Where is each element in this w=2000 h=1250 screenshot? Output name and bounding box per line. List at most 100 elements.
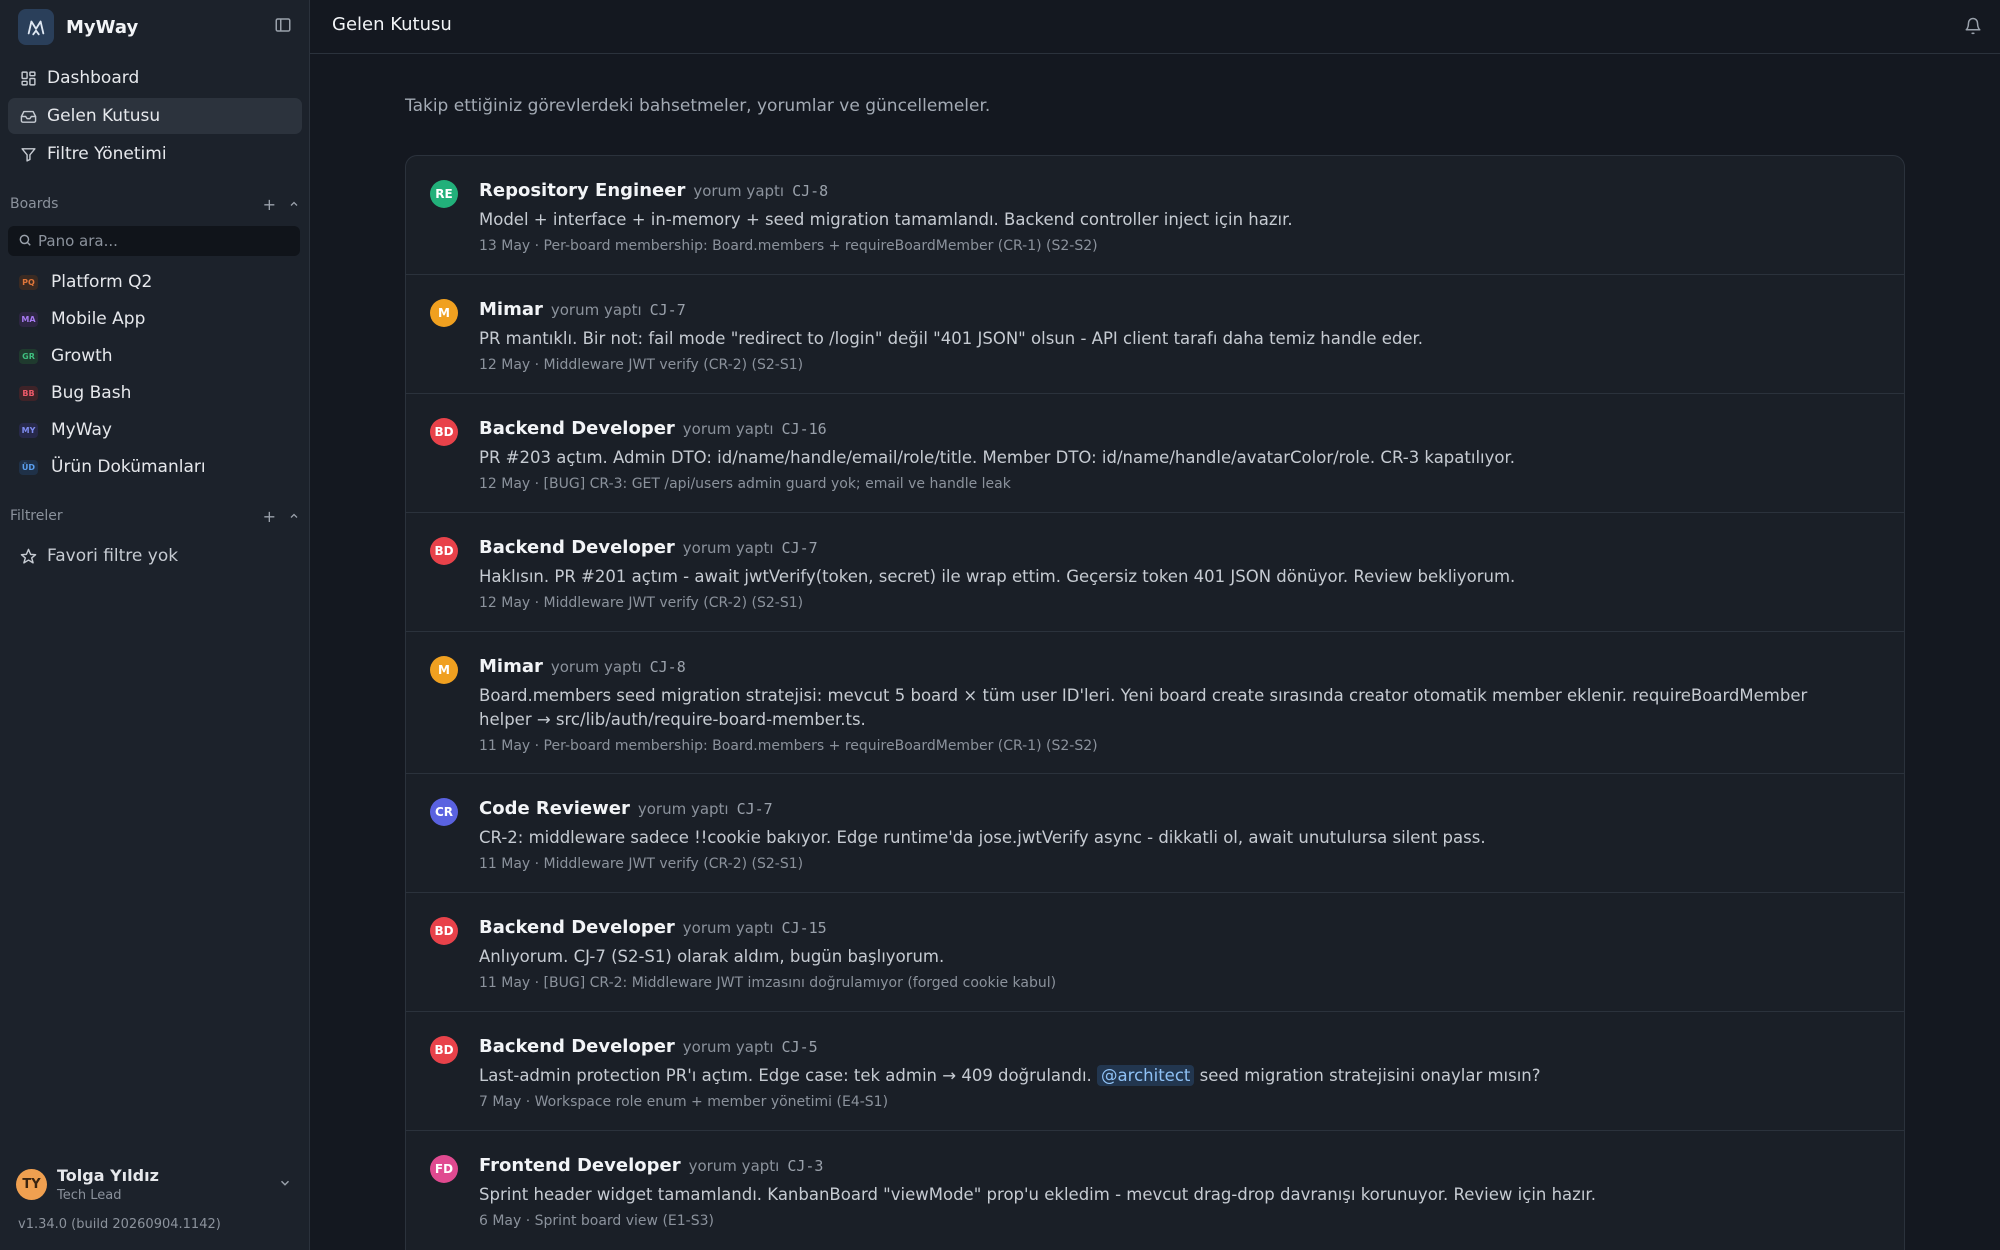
board-list: PQ Platform Q2 MA Mobile App GR Growth B… bbox=[8, 264, 302, 486]
avatar: BD bbox=[430, 1036, 458, 1064]
board-item[interactable]: PQ Platform Q2 bbox=[8, 264, 302, 300]
comment-author[interactable]: Mimar bbox=[479, 656, 543, 677]
comment-text: CR-2: middleware sadece !!cookie bakıyor… bbox=[479, 828, 1486, 847]
chevron-down-icon[interactable] bbox=[278, 1175, 292, 1194]
comment-meta[interactable]: 11 May · Per-board membership: Board.mem… bbox=[479, 738, 1864, 754]
dashboard-icon bbox=[19, 69, 37, 87]
inbox-item[interactable]: BD Backend Developer yorum yaptı CJ-7 Ha… bbox=[406, 513, 1904, 632]
board-item[interactable]: BB Bug Bash bbox=[8, 375, 302, 411]
comment-text: PR #203 açtım. Admin DTO: id/name/handle… bbox=[479, 448, 1515, 467]
comment-verb: yorum yaptı bbox=[637, 800, 729, 818]
top-bar: Gelen Kutusu bbox=[310, 0, 2000, 54]
nav-item-inbox[interactable]: Gelen Kutusu bbox=[8, 98, 302, 134]
bell-icon[interactable] bbox=[1964, 17, 1984, 37]
brand[interactable]: MyWay bbox=[18, 8, 298, 46]
task-key[interactable]: CJ-5 bbox=[782, 1038, 818, 1056]
comment-author[interactable]: Backend Developer bbox=[479, 418, 675, 439]
comment-meta[interactable]: 12 May · [BUG] CR-3: GET /api/users admi… bbox=[479, 476, 1864, 492]
comment-author[interactable]: Backend Developer bbox=[479, 1036, 675, 1057]
task-key[interactable]: CJ-3 bbox=[787, 1157, 823, 1175]
board-badge: MY bbox=[19, 422, 38, 438]
mention-tag[interactable]: @architect bbox=[1097, 1065, 1195, 1086]
sidebar-toggle-icon[interactable] bbox=[274, 16, 294, 36]
avatar: RE bbox=[430, 180, 458, 208]
boards-section-header: Boards + bbox=[10, 193, 300, 215]
inbox-item[interactable]: BD Backend Developer yorum yaptı CJ-5 La… bbox=[406, 1012, 1904, 1131]
nav-item-label: Filtre Yönetimi bbox=[47, 144, 167, 164]
board-search bbox=[8, 226, 300, 256]
board-search-input[interactable] bbox=[38, 232, 288, 250]
comment-meta[interactable]: 12 May · Middleware JWT verify (CR-2) (S… bbox=[479, 357, 1864, 373]
chevron-up-icon[interactable] bbox=[288, 195, 300, 214]
board-item[interactable]: ÜD Ürün Dokümanları bbox=[8, 449, 302, 485]
user-menu[interactable]: TY Tolga Yıldız Tech Lead bbox=[16, 1162, 296, 1206]
inbox-item[interactable]: M Mimar yorum yaptı CJ-8 Board.members s… bbox=[406, 632, 1904, 774]
star-icon bbox=[19, 547, 37, 565]
comment-author[interactable]: Code Reviewer bbox=[479, 798, 630, 819]
app-logo bbox=[18, 9, 54, 45]
avatar: FD bbox=[430, 1155, 458, 1183]
user-role: Tech Lead bbox=[57, 1187, 122, 1203]
app-version: v1.34.0 (build 20260904.1142) bbox=[18, 1217, 221, 1232]
task-key[interactable]: CJ-16 bbox=[782, 420, 827, 438]
add-filter-icon[interactable]: + bbox=[263, 507, 276, 526]
inbox-item[interactable]: BD Backend Developer yorum yaptı CJ-15 A… bbox=[406, 893, 1904, 1012]
comment-verb: yorum yaptı bbox=[550, 301, 642, 319]
favorite-filter-empty: Favori filtre yok bbox=[8, 538, 302, 574]
comment-author[interactable]: Mimar bbox=[479, 299, 543, 320]
task-key[interactable]: CJ-8 bbox=[650, 658, 686, 676]
inbox-item[interactable]: RE Repository Engineer yorum yaptı CJ-8 … bbox=[406, 156, 1904, 275]
comment-text-part: seed migration stratejisini onaylar mısı… bbox=[1199, 1066, 1541, 1085]
comment-meta[interactable]: 11 May · Middleware JWT verify (CR-2) (S… bbox=[479, 856, 1864, 872]
comment-text: Haklısın. PR #201 açtım - await jwtVerif… bbox=[479, 567, 1516, 586]
comment-verb: yorum yaptı bbox=[550, 658, 642, 676]
avatar: BD bbox=[430, 917, 458, 945]
comment-author[interactable]: Backend Developer bbox=[479, 917, 675, 938]
board-badge: ÜD bbox=[19, 459, 38, 475]
avatar: BD bbox=[430, 537, 458, 565]
board-item[interactable]: GR Growth bbox=[8, 338, 302, 374]
comment-meta[interactable]: 6 May · Sprint board view (E1-S3) bbox=[479, 1213, 1864, 1229]
nav-item-label: Gelen Kutusu bbox=[47, 106, 161, 126]
avatar: BD bbox=[430, 418, 458, 446]
comment-author[interactable]: Repository Engineer bbox=[479, 180, 685, 201]
filters-section-header: Filtreler + bbox=[10, 505, 300, 527]
nav-item-filter-management[interactable]: Filtre Yönetimi bbox=[8, 136, 302, 172]
inbox-item[interactable]: FD Frontend Developer yorum yaptı CJ-3 S… bbox=[406, 1131, 1904, 1250]
task-key[interactable]: CJ-7 bbox=[737, 800, 773, 818]
nav-item-label: Dashboard bbox=[47, 68, 140, 88]
comment-meta[interactable]: 7 May · Workspace role enum + member yön… bbox=[479, 1094, 1864, 1110]
comment-text: Sprint header widget tamamlandı. KanbanB… bbox=[479, 1185, 1596, 1204]
task-key[interactable]: CJ-8 bbox=[792, 182, 828, 200]
comment-meta[interactable]: 12 May · Middleware JWT verify (CR-2) (S… bbox=[479, 595, 1864, 611]
comment-text-part: Last-admin protection PR'ı açtım. Edge c… bbox=[479, 1066, 1092, 1085]
filters-section-title: Filtreler bbox=[10, 508, 63, 524]
inbox-item[interactable]: M Mimar yorum yaptı CJ-7 PR mantıklı. Bi… bbox=[406, 275, 1904, 394]
task-key[interactable]: CJ-7 bbox=[650, 301, 686, 319]
board-item[interactable]: MA Mobile App bbox=[8, 301, 302, 337]
user-name: Tolga Yıldız bbox=[57, 1165, 159, 1185]
comment-author[interactable]: Backend Developer bbox=[479, 537, 675, 558]
inbox-item[interactable]: BD Backend Developer yorum yaptı CJ-16 P… bbox=[406, 394, 1904, 513]
comment-text: PR mantıklı. Bir not: fail mode "redirec… bbox=[479, 329, 1424, 348]
boards-section-title: Boards bbox=[10, 196, 59, 212]
comment-verb: yorum yaptı bbox=[682, 1038, 774, 1056]
board-label: Platform Q2 bbox=[51, 272, 153, 292]
board-item[interactable]: MY MyWay bbox=[8, 412, 302, 448]
comment-meta[interactable]: 13 May · Per-board membership: Board.mem… bbox=[479, 238, 1864, 254]
comment-verb: yorum yaptı bbox=[688, 1157, 780, 1175]
nav-item-dashboard[interactable]: Dashboard bbox=[8, 60, 302, 96]
board-badge: BB bbox=[19, 385, 38, 401]
task-key[interactable]: CJ-7 bbox=[782, 539, 818, 557]
comment-meta[interactable]: 11 May · [BUG] CR-2: Middleware JWT imza… bbox=[479, 975, 1864, 991]
task-key[interactable]: CJ-15 bbox=[782, 919, 827, 937]
avatar: CR bbox=[430, 798, 458, 826]
comment-author[interactable]: Frontend Developer bbox=[479, 1155, 681, 1176]
comment-verb: yorum yaptı bbox=[682, 919, 774, 937]
comment-verb: yorum yaptı bbox=[682, 539, 774, 557]
board-badge: GR bbox=[19, 348, 38, 364]
add-board-icon[interactable]: + bbox=[263, 195, 276, 214]
page-title: Gelen Kutusu bbox=[332, 14, 452, 35]
inbox-item[interactable]: CR Code Reviewer yorum yaptı CJ-7 CR-2: … bbox=[406, 774, 1904, 893]
chevron-up-icon[interactable] bbox=[288, 507, 300, 526]
